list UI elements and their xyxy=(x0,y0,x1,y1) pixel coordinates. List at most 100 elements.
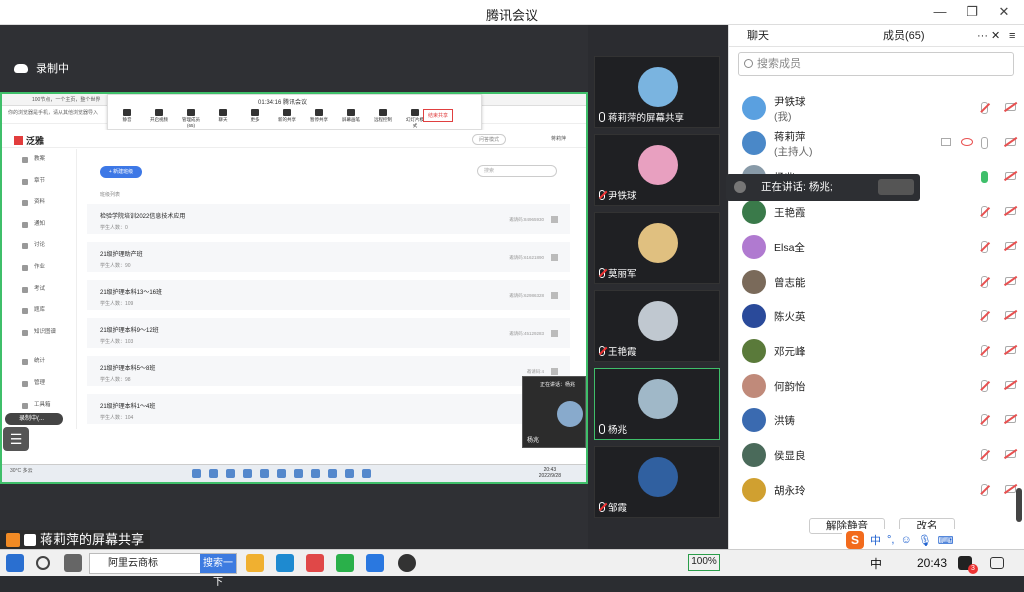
clock[interactable]: 20:43 xyxy=(917,556,947,570)
sidebar-item[interactable]: 统计 xyxy=(2,351,76,373)
sidebar-item[interactable]: 管理 xyxy=(2,373,76,395)
app-icon[interactable] xyxy=(398,554,416,572)
mic-muted-icon[interactable] xyxy=(981,344,988,357)
new-class-button[interactable]: + 新建班级 xyxy=(100,166,142,178)
toolbar-tool[interactable]: 更多 xyxy=(246,109,264,129)
app-user[interactable]: 蒋莉萍 xyxy=(551,135,566,142)
member-row[interactable]: Elsa全 xyxy=(729,230,1019,265)
qr-icon[interactable] xyxy=(551,216,558,223)
mic-muted-icon[interactable] xyxy=(981,102,988,114)
chrome-icon[interactable] xyxy=(306,554,324,572)
toolbar-tool[interactable]: 暂停共享 xyxy=(310,109,328,129)
member-search-input[interactable]: 搜索成员 xyxy=(738,52,1014,76)
video-tile[interactable]: 蒋莉萍的屏幕共享 xyxy=(594,56,720,128)
edge-icon[interactable] xyxy=(276,554,294,572)
recording-tag[interactable]: 录制中(... xyxy=(5,413,63,425)
menu-icon[interactable]: ☰ xyxy=(3,427,29,451)
class-row[interactable]: 21级护理本科1～4班学生人数：104邀请码:3 xyxy=(87,394,570,428)
class-row[interactable]: 21级护理本科13～16班 学生人数：109 邀请码:62986328 xyxy=(87,280,570,314)
camera-off-icon[interactable] xyxy=(1005,137,1016,146)
ime-indicator[interactable]: 中 xyxy=(870,555,882,572)
panel-close-icon[interactable]: ✕ xyxy=(991,25,1000,47)
action-center-icon[interactable] xyxy=(990,557,1004,569)
taskview-icon[interactable] xyxy=(64,554,82,572)
qr-icon[interactable] xyxy=(551,292,558,299)
camera-off-icon[interactable] xyxy=(1005,103,1016,111)
tab-chat[interactable]: 聊天 xyxy=(747,25,769,47)
video-tile[interactable]: 莫丽军 xyxy=(594,212,720,284)
camera-off-icon[interactable] xyxy=(1005,484,1016,493)
close-button[interactable]: ✕ xyxy=(994,3,1014,21)
member-row[interactable]: 何韵怡 xyxy=(729,369,1019,404)
camera-off-icon[interactable] xyxy=(1005,207,1016,216)
ime-item[interactable]: ☺ xyxy=(900,534,911,546)
sidebar-item[interactable]: 资料 xyxy=(2,192,76,214)
camera-off-icon[interactable] xyxy=(1005,450,1016,458)
class-row[interactable]: 21级护理本科9～12班 学生人数：103 邀请码:45129283 xyxy=(87,318,570,352)
mic-muted-icon[interactable] xyxy=(981,136,988,149)
member-row[interactable]: 曾志能 xyxy=(729,265,1019,300)
toolbar-tool[interactable]: 开启视频 xyxy=(150,109,168,129)
toolbar-tool[interactable]: 新的共享 xyxy=(278,109,296,129)
mic-icon[interactable] xyxy=(981,171,988,184)
class-search-input[interactable]: 搜索 xyxy=(477,165,557,177)
mic-muted-icon[interactable] xyxy=(981,483,988,496)
minimize-button[interactable]: — xyxy=(930,3,950,21)
battery-indicator[interactable]: 100% xyxy=(688,554,720,571)
mini-speaker-video[interactable]: 正在讲话：杨兆 杨兆 xyxy=(522,376,586,448)
mic-muted-icon[interactable] xyxy=(981,275,988,288)
camera-off-icon[interactable] xyxy=(1005,380,1016,389)
restore-button[interactable]: ❐ xyxy=(962,3,982,21)
qr-icon[interactable] xyxy=(551,368,558,375)
wechat-icon[interactable] xyxy=(336,554,354,572)
toolbar-tool[interactable]: 屏幕画笔 xyxy=(342,109,360,129)
panel-menu-icon[interactable]: ≡ xyxy=(1009,25,1015,47)
sidebar-item[interactable]: 作业 xyxy=(2,257,76,279)
video-tile[interactable]: 尹铁球 xyxy=(594,134,720,206)
end-share-button[interactable]: 结束共享 xyxy=(422,109,453,122)
sidebar-item[interactable]: 通知 xyxy=(2,214,76,236)
video-tile[interactable]: 邹霞 xyxy=(594,446,720,518)
camera-off-icon[interactable] xyxy=(1005,172,1016,181)
hand-icon[interactable] xyxy=(878,179,914,195)
tab-members[interactable]: 成员(65) xyxy=(883,25,925,47)
tencent-meeting-icon[interactable] xyxy=(366,554,384,572)
taskbar-search-input[interactable]: 阿里云商标 搜索一下 xyxy=(89,553,237,588)
ime-item[interactable]: °, xyxy=(887,534,894,546)
mic-muted-icon[interactable] xyxy=(981,379,988,392)
member-row[interactable]: 陈火英 xyxy=(729,299,1019,334)
sogou-icon[interactable]: S xyxy=(846,531,864,549)
video-tile[interactable]: 杨兆 xyxy=(594,368,720,440)
start-icon[interactable] xyxy=(6,554,24,572)
member-row[interactable]: 邓元峰 xyxy=(729,334,1019,369)
class-row[interactable]: 21级护理本科5～8班 学生人数：98 邀请码:4 xyxy=(87,356,570,390)
search-icon[interactable] xyxy=(36,556,50,570)
ime-item[interactable]: 🎙 xyxy=(918,534,932,547)
sidebar-item[interactable]: 考试 xyxy=(2,279,76,301)
class-row[interactable]: 检验学院培训2022信息技术应用 学生人数：0 邀请码:84965930 xyxy=(87,204,570,238)
video-tile[interactable]: 王艳霞 xyxy=(594,290,720,362)
camera-off-icon[interactable] xyxy=(1005,276,1016,285)
class-row[interactable]: 21级护理助产班 学生人数：90 邀请码:61621890 xyxy=(87,242,570,276)
sidebar-item[interactable]: 题库 xyxy=(2,300,76,322)
member-row[interactable]: 尹铁球 (我) xyxy=(729,91,1019,126)
toolbar-tool[interactable]: 聊天 xyxy=(214,109,232,129)
ime-item[interactable]: ⌨ xyxy=(938,534,954,547)
camera-off-icon[interactable] xyxy=(1005,345,1016,354)
sidebar-item[interactable]: 章节 xyxy=(2,171,76,193)
mic-muted-icon[interactable] xyxy=(981,240,988,253)
taskbar-search-button[interactable]: 搜索一下 xyxy=(200,554,236,588)
mic-muted-icon[interactable] xyxy=(981,310,988,323)
sidebar-item[interactable]: 知识图谱 xyxy=(2,322,76,344)
recording-badge[interactable]: 录制中 xyxy=(14,60,69,76)
toolbar-tool[interactable]: 远程控制 xyxy=(374,109,392,129)
ime-item[interactable]: 中 xyxy=(870,532,881,548)
mic-muted-icon[interactable] xyxy=(981,414,988,427)
toolbar-tool[interactable]: 幻灯片模式 xyxy=(406,109,424,129)
more-icon[interactable]: ··· xyxy=(977,25,988,47)
folder-icon[interactable] xyxy=(246,554,264,572)
qr-icon[interactable] xyxy=(551,254,558,261)
camera-off-icon[interactable] xyxy=(1005,415,1016,424)
camera-off-icon[interactable] xyxy=(1005,311,1016,320)
sidebar-item[interactable]: 讨论 xyxy=(2,235,76,257)
